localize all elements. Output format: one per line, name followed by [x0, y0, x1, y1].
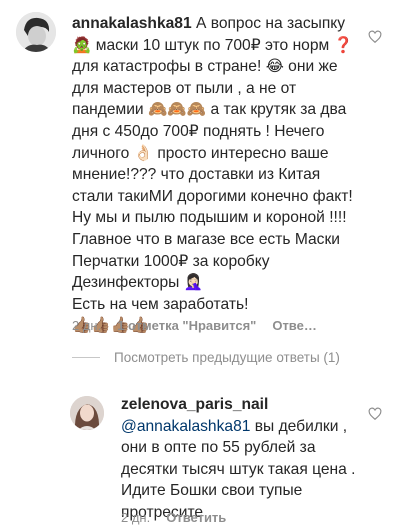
comment-meta: 2 дн. Ответить: [121, 510, 226, 525]
comment-body: annakalashka81 А вопрос на засыпку 🧟 мас…: [72, 13, 362, 337]
avatar-image: [16, 12, 56, 52]
divider-line: [72, 357, 100, 358]
comment-username[interactable]: annakalashka81: [72, 15, 192, 32]
like-heart-icon[interactable]: [368, 30, 382, 44]
avatar[interactable]: [70, 396, 104, 430]
comment-meta: 2 дн. 1 отметка "Нравится" Отве…: [72, 318, 317, 333]
view-previous-label: Посмотреть предыдущие ответы (1): [114, 350, 340, 365]
reply-button[interactable]: Ответить: [166, 510, 226, 525]
comment-body: zelenova_paris_nail @annakalashka81 вы д…: [121, 394, 371, 524]
comment-time: 2 дн.: [121, 510, 151, 525]
likes-count[interactable]: 1 отметка "Нравится": [117, 318, 256, 333]
comment-text: А вопрос на засыпку 🧟 маски 10 штук по 7…: [72, 15, 353, 335]
like-heart-icon[interactable]: [368, 407, 382, 421]
mention-link[interactable]: @annakalashka81: [121, 418, 250, 435]
comment-time: 2 дн.: [72, 318, 102, 333]
avatar[interactable]: [16, 12, 56, 52]
comment-username[interactable]: zelenova_paris_nail: [121, 396, 268, 413]
view-previous-replies[interactable]: Посмотреть предыдущие ответы (1): [72, 350, 340, 365]
avatar-image: [70, 396, 104, 430]
reply-button[interactable]: Отве…: [272, 318, 317, 333]
